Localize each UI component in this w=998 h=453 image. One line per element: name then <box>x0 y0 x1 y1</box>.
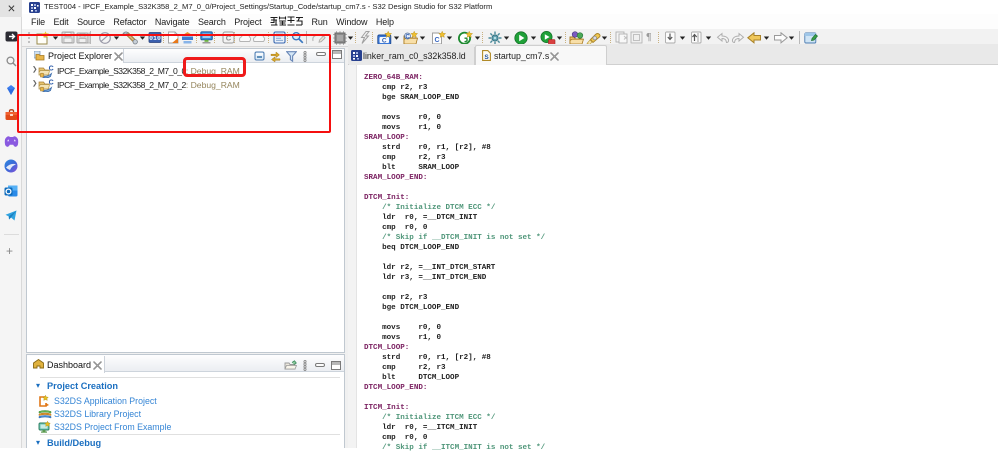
svg-text:S: S <box>484 54 489 61</box>
svg-text:C: C <box>405 34 410 40</box>
svg-text:C: C <box>434 37 439 44</box>
